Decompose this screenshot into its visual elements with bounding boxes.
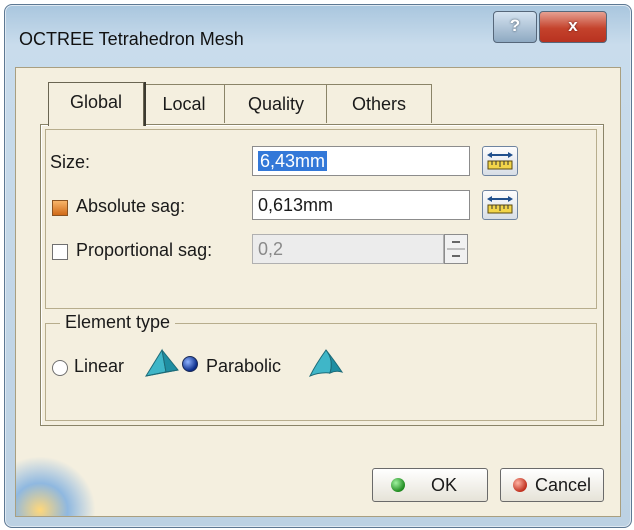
ok-icon: [391, 478, 405, 492]
measure-ruler-icon: [487, 196, 513, 214]
tab-others[interactable]: Others: [326, 84, 432, 123]
close-button[interactable]: x: [539, 11, 607, 43]
sag-settings-box: Size: 6,43mm Absolute sag: 0,613mm Propo…: [45, 129, 597, 309]
measure-ruler-icon: [487, 152, 513, 170]
cancel-icon: [513, 478, 527, 492]
help-button[interactable]: ?: [493, 11, 537, 43]
parabolic-label: Parabolic: [206, 356, 282, 376]
catia-logo-swirl: [16, 456, 96, 516]
mesh-dialog: OCTREE Tetrahedron Mesh ? x Global Local…: [4, 4, 632, 528]
parabolic-tetrahedron-icon: [308, 349, 344, 377]
linear-tetrahedron-icon: [144, 348, 179, 377]
absolute-sag-input[interactable]: 0,613mm: [252, 190, 470, 220]
absolute-sag-label: Absolute sag:: [76, 196, 186, 216]
window-title: OCTREE Tetrahedron Mesh: [19, 29, 244, 49]
tab-local[interactable]: Local: [142, 84, 226, 123]
size-input[interactable]: 6,43mm: [252, 146, 470, 176]
cancel-button[interactable]: Cancel: [500, 468, 604, 502]
element-type-group: Element type Linear Parabolic: [45, 312, 597, 421]
dialog-body: Global Local Quality Others Size: 6,43mm: [15, 67, 621, 517]
tab-global[interactable]: Global: [48, 82, 144, 126]
ok-button[interactable]: OK: [372, 468, 488, 502]
proportional-sag-input[interactable]: 0,2: [252, 234, 444, 264]
size-value: 6,43mm: [258, 151, 328, 171]
proportional-sag-checkbox[interactable]: [52, 244, 68, 260]
cancel-label: Cancel: [535, 475, 592, 495]
parabolic-radio[interactable]: [182, 356, 198, 372]
absolute-sag-measure-button[interactable]: [482, 190, 518, 220]
linear-label: Linear: [74, 356, 125, 376]
size-label: Size:: [50, 152, 91, 172]
size-measure-button[interactable]: [482, 146, 518, 176]
proportional-sag-spinner[interactable]: [444, 234, 468, 264]
element-type-legend: Element type: [60, 312, 176, 333]
global-tab-panel: Size: 6,43mm Absolute sag: 0,613mm Propo…: [40, 124, 604, 426]
absolute-sag-checkbox[interactable]: [52, 200, 68, 216]
tab-quality[interactable]: Quality: [224, 84, 328, 123]
ok-label: OK: [431, 475, 458, 495]
spinner-arrows-icon: [447, 241, 465, 257]
linear-radio[interactable]: [52, 360, 68, 376]
title-bar[interactable]: OCTREE Tetrahedron Mesh ? x: [5, 5, 631, 67]
proportional-sag-label: Proportional sag:: [76, 240, 213, 260]
